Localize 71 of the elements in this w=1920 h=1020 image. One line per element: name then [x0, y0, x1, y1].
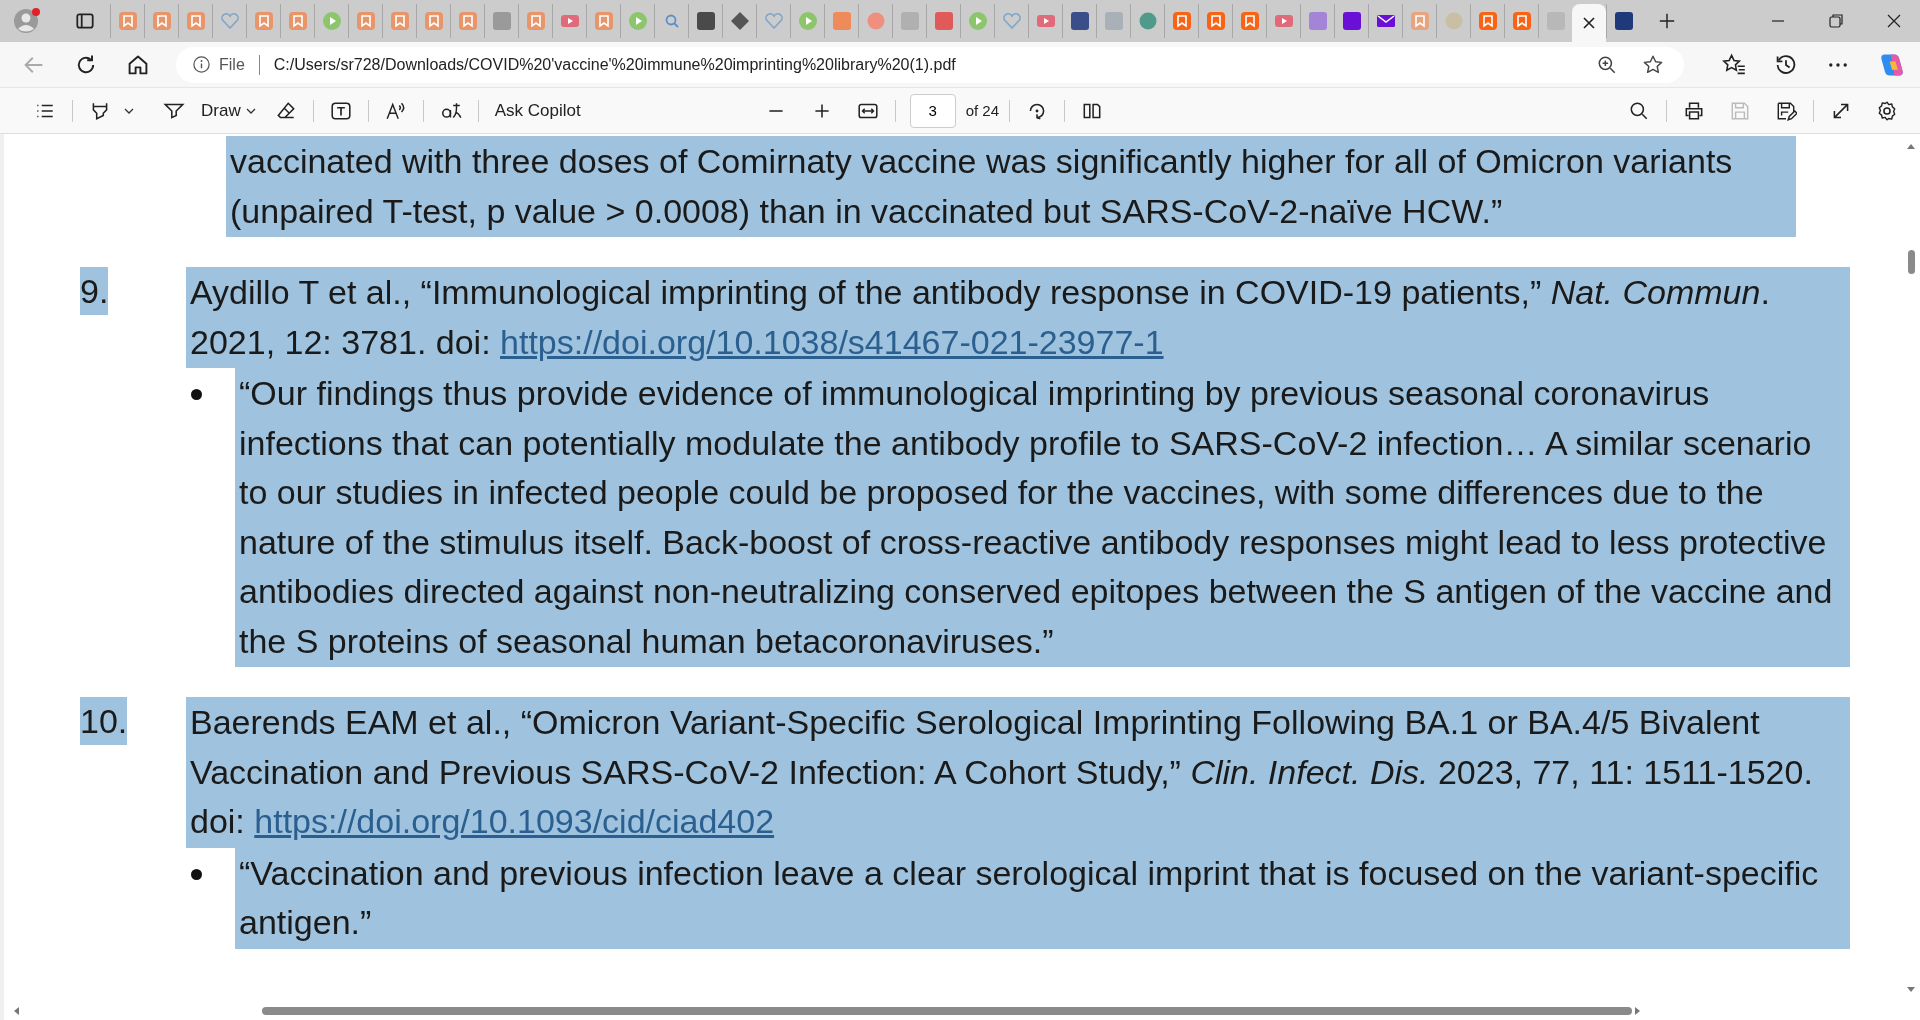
circle-icon [1443, 11, 1464, 31]
square-icon [1613, 11, 1634, 31]
play-icon [321, 11, 342, 31]
scrollbar-thumb[interactable] [262, 1007, 1632, 1015]
diamond-icon [729, 11, 750, 31]
bullet-icon [191, 868, 202, 880]
new-tab-icon[interactable] [1658, 12, 1676, 30]
bookmark-icon [1511, 11, 1532, 31]
restore-icon[interactable] [1826, 11, 1846, 31]
bookmark-icon [389, 11, 410, 31]
bookmark-icon [287, 11, 308, 31]
star-icon[interactable] [1642, 53, 1664, 76]
square-icon [695, 11, 716, 31]
play-icon [797, 11, 818, 31]
square-icon [831, 11, 852, 31]
quote-text: vaccinated with three doses of Comirnaty vaccine was significantly higher for all of Omicron variants (unpaired T-test, p value > 0.0008) than in vaccinated but SARS-CoV-2-naïve HCW.” [226, 136, 1796, 237]
scroll-up-icon[interactable] [1906, 142, 1916, 152]
circle-icon [1137, 11, 1158, 31]
scrollbar-thumb[interactable] [1907, 250, 1915, 274]
url-text: C:/Users/sr728/Downloads/COVID%20'vaccine'%20immune%20imprinting%20library%20(1).pdf [273, 55, 957, 74]
bookmark-icon [1477, 11, 1498, 31]
square-icon [1307, 11, 1328, 31]
bookmark-icon [253, 11, 274, 31]
doi-link[interactable]: https://doi.org/10.1038/s41467-021-23977-1 [500, 322, 1164, 361]
square-icon [1103, 11, 1124, 31]
profile-icon[interactable] [12, 6, 42, 36]
history-icon[interactable] [1774, 52, 1798, 77]
favorites-icon[interactable] [1722, 52, 1746, 77]
circle-icon [865, 11, 886, 31]
doi-link[interactable]: https://doi.org/10.1093/cid/ciad402 [254, 802, 775, 840]
heart-icon [1001, 11, 1022, 31]
quote-text: “Our findings thus provide evidence of immunological imprinting by previous seasonal coronavirus infections that can potentially modulate the antibody profile to SARS-CoV-2 infection… A similar scenario to our studies in infected people could be proposed for the vaccines, with some differences due to the nature of the stimulus itself. Back-boost of cross-reactive antibody responses might lead to less protective antibodies directed against non-neutralizing conserved epitopes between the S antigen of the vaccine and the S proteins of seasonal human betacoronaviruses.” [235, 368, 1850, 667]
settings-icon[interactable] [1876, 99, 1898, 122]
play-icon [627, 11, 648, 31]
draw-button[interactable]: Draw [145, 95, 263, 126]
bookmark-icon [1205, 11, 1226, 31]
browser-tab[interactable] [1572, 4, 1606, 42]
bookmark-icon [355, 11, 376, 31]
scroll-down-icon[interactable] [1906, 984, 1916, 994]
bookmark-icon [1239, 11, 1260, 31]
citation: Baerends EAM et al., “Omicron Variant-Specific Serological Imprinting Following BA.1 or BA.4/5 Bivalent Vaccination and Previous SARS-CoV-2 Infection: A Cohort Study,” Clin. Infect. Dis. 2023, 77, 11: 1511-1520. doi: https://doi.org/10.1093/cid/ciad402 [186, 697, 1850, 848]
bookmark-icon [423, 11, 444, 31]
square-icon [933, 11, 954, 31]
square-icon [1069, 11, 1090, 31]
citation: Aydillo T et al., “Immunological imprinting of the antibody response in COVID-19 patients,” Nat. Commun. 2021, 12: 3781. doi: https://doi.org/10.1038/s41467-021-23977-1 [186, 267, 1850, 368]
bookmark-icon [185, 11, 206, 31]
square-icon [899, 11, 920, 31]
scroll-right-icon[interactable] [1632, 1006, 1642, 1016]
bookmark-icon [457, 11, 478, 31]
bookmark-icon [117, 11, 138, 31]
quote-text: “Vaccination and previous infection leave a clear serological imprint that is focused on the variant-specific antigen.” [235, 847, 1850, 949]
reference-number: 10. [80, 697, 128, 745]
scheme-label: File [219, 55, 245, 74]
bullet-icon [191, 389, 202, 400]
page-count: of 24 [965, 102, 1000, 119]
info-icon[interactable] [192, 55, 211, 74]
square-icon [491, 11, 512, 31]
bookmark-icon [1171, 11, 1192, 31]
bookmark-icon [1409, 11, 1430, 31]
heart-icon [763, 11, 784, 31]
page-number-field[interactable]: 3 [909, 93, 956, 128]
heart-icon [219, 11, 240, 31]
bookmark-icon [593, 11, 614, 31]
reference-number: 9. [80, 267, 109, 315]
address-bar[interactable]: File C:/Users/sr728/Downloads/COVID%20'vaccine'%20immune%20imprinting%20library%20(1).pdf [176, 46, 1684, 83]
ask-copilot-button[interactable]: Ask Copilot [482, 96, 593, 125]
square-icon [1341, 11, 1362, 31]
bookmark-icon [151, 11, 172, 31]
scroll-left-icon[interactable] [12, 1006, 22, 1016]
bookmark-icon [525, 11, 546, 31]
play-icon [967, 11, 988, 31]
